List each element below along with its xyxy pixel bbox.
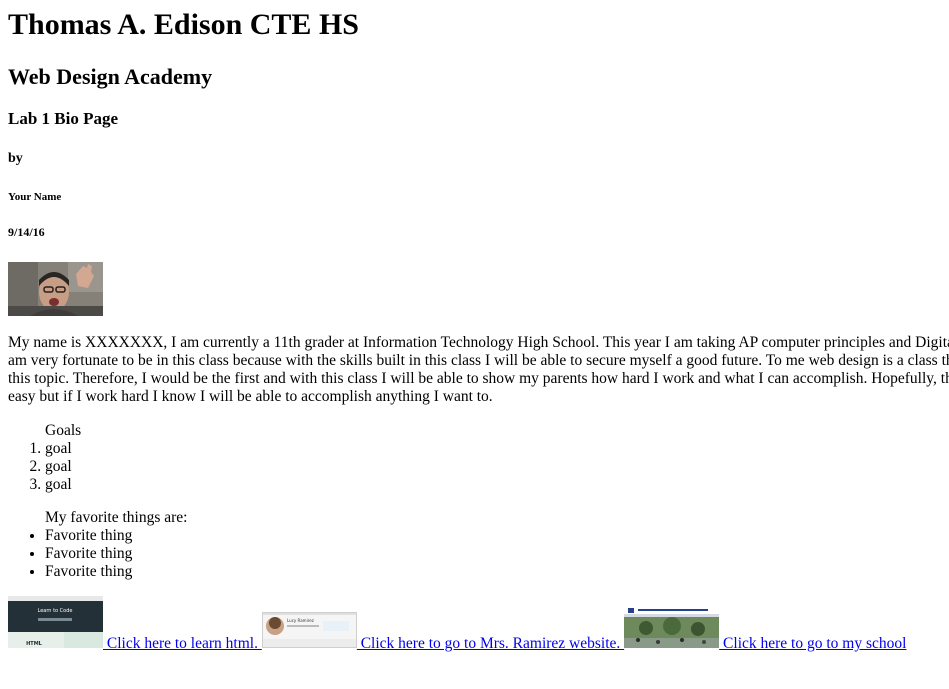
goals-caption: Goals <box>45 422 82 439</box>
favorite-item: Favorite thing <box>45 545 187 563</box>
favorites-section: My favorite things are: Favorite thing F… <box>8 509 187 581</box>
profile-photo <box>8 262 103 316</box>
ramirez-website-link[interactable]: Lucy Ramirez Click here to go to Mrs. Ra… <box>261 612 624 652</box>
ramirez-thumb-text: Lucy Ramirez <box>287 618 314 623</box>
bio-line: easy but if I work hard I know I will be… <box>8 388 493 405</box>
bio-paragraph: My name is XXXXXXX, I am currently a 11t… <box>8 334 949 406</box>
learn-html-link-label[interactable]: Click here to learn html. <box>103 635 262 652</box>
author-name: Your Name <box>8 191 62 203</box>
by-label: by <box>8 151 23 166</box>
academy-title: Web Design Academy <box>8 64 213 89</box>
goal-item: goal <box>45 458 81 476</box>
school-link-label[interactable]: Click here to go to my school <box>719 635 906 652</box>
learn-to-code-thumbnail-graphic: Learn to Code HTML <box>8 596 103 648</box>
ramirez-link-label[interactable]: Click here to go to Mrs. Ramirez website… <box>357 635 624 652</box>
goal-item: goal <box>45 440 81 458</box>
school-thumbnail[interactable] <box>624 606 720 648</box>
favorite-item: Favorite thing <box>45 563 187 581</box>
school-link[interactable]: Click here to go to my school <box>624 606 906 652</box>
learn-html-link[interactable]: Learn to Code HTML Click here to learn ht… <box>8 596 262 652</box>
learn-to-code-thumb-text: Learn to Code <box>38 608 73 614</box>
bio-line: am very fortunate to be in this class be… <box>8 352 949 369</box>
goals-section: Goals goal goal goal <box>8 422 81 494</box>
goal-item: goal <box>45 476 81 494</box>
favorites-caption: My favorite things are: <box>45 509 188 526</box>
school-title: Thomas A. Edison CTE HS <box>8 8 359 41</box>
ramirez-thumbnail[interactable]: Lucy Ramirez <box>261 612 357 648</box>
html-thumb-text: HTML <box>26 641 43 647</box>
lab-title: Lab 1 Bio Page <box>8 109 119 128</box>
goals-list: goal goal goal <box>8 440 81 494</box>
favorites-list: Favorite thing Favorite thing Favorite t… <box>8 527 187 581</box>
learn-to-code-thumbnail[interactable]: Learn to Code HTML <box>8 596 103 648</box>
ramirez-thumbnail-graphic: Lucy Ramirez <box>262 613 356 647</box>
profile-photo-graphic <box>8 262 103 316</box>
date-label: 9/14/16 <box>8 225 45 239</box>
link-row: Learn to Code HTML Click here to learn ht… <box>8 596 906 653</box>
bio-line: this topic. Therefore, I would be the fi… <box>8 370 949 387</box>
school-thumbnail-graphic <box>624 606 720 648</box>
bio-line: My name is XXXXXXX, I am currently a 11t… <box>8 334 949 351</box>
favorite-item: Favorite thing <box>45 527 187 545</box>
